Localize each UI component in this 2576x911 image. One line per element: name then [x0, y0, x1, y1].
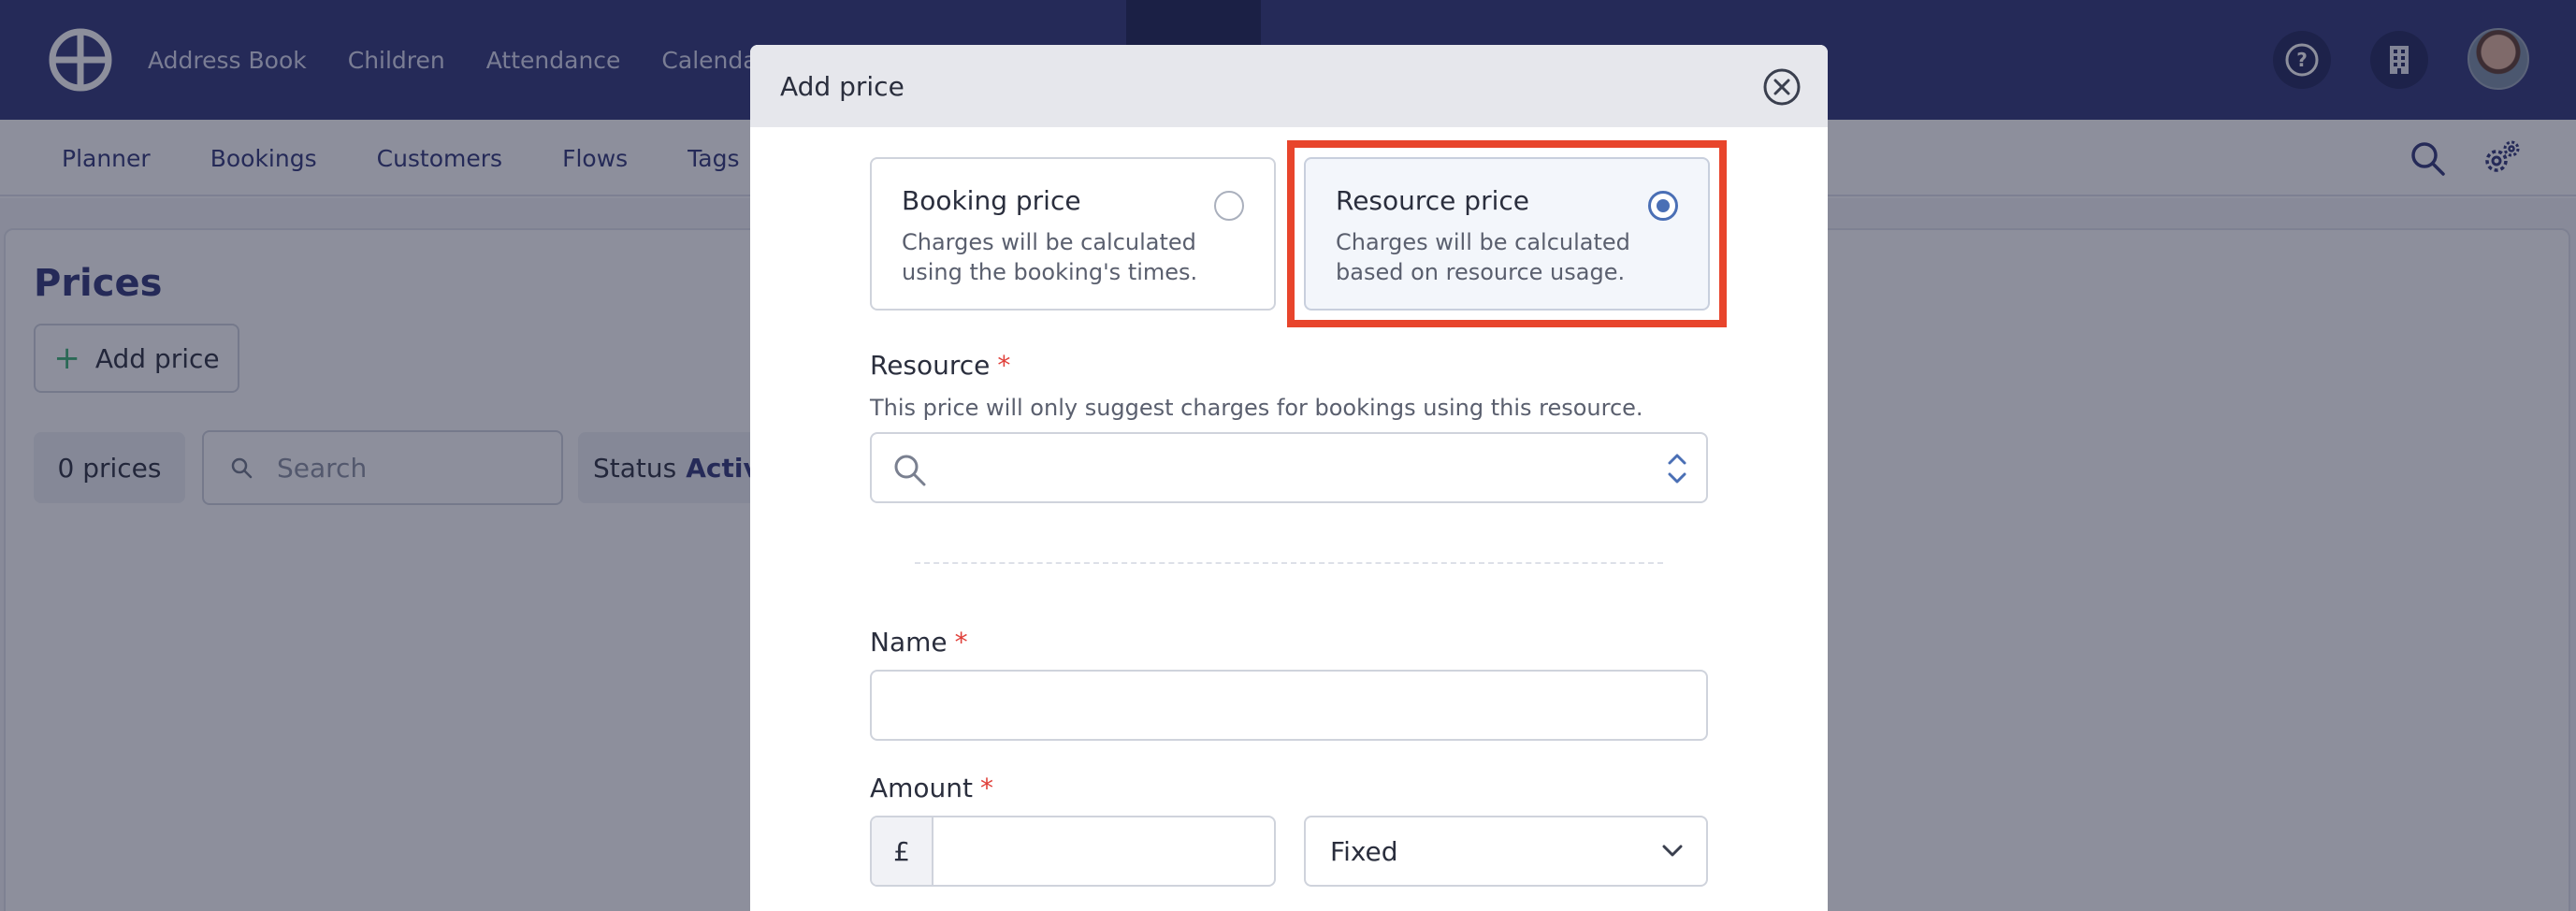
search-icon — [894, 455, 926, 486]
currency-prefix: £ — [872, 817, 933, 885]
add-price-modal: Add price Booking price Charges will be … — [750, 45, 1828, 911]
booking-price-radio[interactable] — [1214, 191, 1244, 221]
chevron-down-icon — [1662, 845, 1683, 857]
amount-type-select[interactable]: Fixed — [1304, 816, 1708, 887]
required-marker: * — [980, 773, 994, 803]
close-icon[interactable] — [1762, 67, 1802, 107]
section-divider — [915, 562, 1663, 564]
booking-price-title: Booking price — [902, 185, 1081, 216]
resource-label: Resource * — [870, 350, 1010, 381]
amount-label-text: Amount — [870, 773, 974, 803]
modal-header: Add price — [750, 45, 1828, 127]
name-label: Name * — [870, 627, 968, 658]
required-marker: * — [997, 350, 1011, 381]
modal-title: Add price — [780, 70, 904, 102]
booking-price-description: Charges will be calculated using the boo… — [902, 229, 1198, 285]
booking-price-option[interactable]: Booking price Charges will be calculated… — [870, 157, 1276, 311]
resource-hint: This price will only suggest charges for… — [870, 395, 1643, 421]
resource-select[interactable] — [870, 432, 1708, 503]
name-input[interactable] — [870, 670, 1708, 741]
name-label-text: Name — [870, 627, 948, 658]
resource-label-text: Resource — [870, 350, 991, 381]
selection-highlight-box — [1287, 140, 1727, 327]
amount-type-value: Fixed — [1330, 835, 1398, 867]
amount-label: Amount * — [870, 773, 993, 803]
required-marker: * — [954, 627, 968, 658]
amount-input[interactable]: £ — [870, 816, 1276, 887]
chevron-up-down-icon — [1668, 454, 1686, 484]
